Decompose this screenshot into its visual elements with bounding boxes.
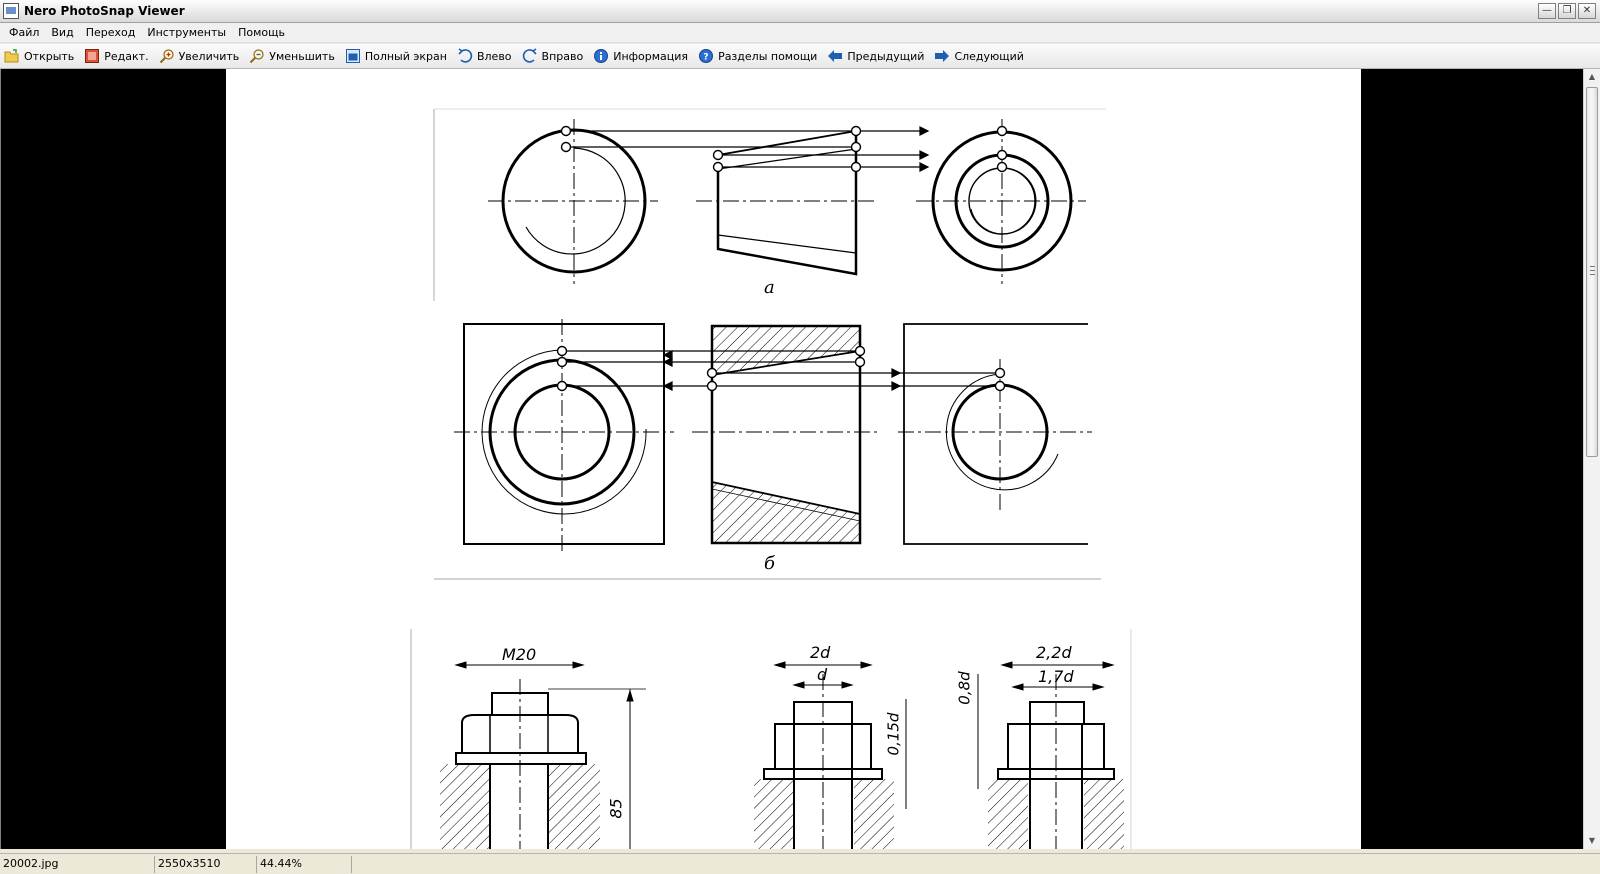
- arrow-left-icon: [827, 48, 843, 64]
- menu-help[interactable]: Помощь: [232, 24, 291, 41]
- restore-button[interactable]: ❐: [1558, 3, 1576, 19]
- dim-85: 85: [606, 798, 626, 819]
- info-icon: [593, 48, 609, 64]
- window-title: Nero PhotoSnap Viewer: [24, 4, 185, 18]
- rotate-left-icon: [457, 48, 473, 64]
- folder-open-icon: [4, 48, 20, 64]
- info-label: Информация: [613, 49, 689, 63]
- dim-d: d: [817, 665, 828, 684]
- svg-text:?: ?: [703, 53, 708, 63]
- bolt-drawing-1: [440, 661, 646, 849]
- open-label: Открыть: [24, 49, 75, 63]
- fullscreen-button[interactable]: Полный экран: [343, 45, 452, 67]
- zoom-in-button[interactable]: Увеличить: [157, 45, 245, 67]
- scroll-thumb[interactable]: [1586, 87, 1598, 457]
- fullscreen-icon: [345, 48, 361, 64]
- scanned-page: а б M20 85 2d d 0,15d 2,2d 1,7d 0,8d: [226, 69, 1361, 849]
- dim-015d: 0,15d: [884, 712, 903, 756]
- fig-a-points: [560, 125, 1008, 173]
- bolt-drawing-2: [754, 661, 907, 849]
- open-button[interactable]: Открыть: [2, 45, 79, 67]
- bolt-drawing-3: [977, 661, 1124, 849]
- grip-icon: [1590, 266, 1595, 275]
- previous-label: Предыдущий: [847, 49, 925, 63]
- help-topics-button[interactable]: ? Разделы помощи: [696, 45, 822, 67]
- minimize-button[interactable]: —: [1538, 3, 1556, 19]
- dim-m20: M20: [502, 645, 537, 664]
- dim-08d: 0,8d: [955, 671, 974, 705]
- menu-tools[interactable]: Инструменты: [141, 24, 232, 41]
- previous-button[interactable]: Предыдущий: [825, 45, 929, 67]
- status-zoom: 44.44%: [257, 855, 352, 873]
- photosnap-window: Nero PhotoSnap Viewer — ❐ ✕ Файл Вид Пер…: [0, 0, 1600, 874]
- zoom-out-button[interactable]: Уменьшить: [247, 45, 340, 67]
- menu-view[interactable]: Вид: [45, 24, 79, 41]
- menu-file[interactable]: Файл: [3, 24, 45, 41]
- rotate-right-button[interactable]: Вправо: [520, 45, 589, 67]
- next-button[interactable]: Следующий: [932, 45, 1029, 67]
- technical-drawing: [410, 108, 1132, 849]
- rotate-right-label: Вправо: [541, 49, 584, 63]
- dim-22d: 2,2d: [1036, 643, 1072, 662]
- menu-go[interactable]: Переход: [80, 24, 142, 41]
- scroll-up-arrow-icon[interactable]: ▲: [1584, 69, 1600, 85]
- rotate-left-label: Влево: [476, 49, 512, 63]
- status-filename: 20002.jpg: [0, 855, 155, 873]
- dim-2d: 2d: [810, 643, 831, 662]
- menu-bar: Файл Вид Переход Инструменты Помощь: [0, 23, 1600, 43]
- help-topics-label: Разделы помощи: [718, 49, 818, 63]
- arrow-right-icon: [934, 48, 950, 64]
- title-bar[interactable]: Nero PhotoSnap Viewer — ❐ ✕: [0, 0, 1600, 23]
- toolbar: Открыть Редакт. Увеличить Уменьшить Полн…: [0, 44, 1600, 69]
- edit-image-icon: [84, 48, 100, 64]
- fig-a-front-view: [696, 129, 878, 276]
- dim-17d: 1,7d: [1038, 667, 1074, 686]
- info-button[interactable]: Информация: [591, 45, 693, 67]
- edit-button[interactable]: Редакт.: [82, 45, 153, 67]
- vertical-scrollbar[interactable]: ▲ ▼: [1583, 69, 1600, 849]
- fullscreen-label: Полный экран: [364, 49, 447, 63]
- status-dimensions: 2550x3510: [155, 855, 257, 873]
- fig-b-right-view: [898, 323, 1092, 545]
- scroll-down-arrow-icon[interactable]: ▼: [1584, 833, 1600, 849]
- next-label: Следующий: [954, 49, 1024, 63]
- label-a: а: [764, 277, 775, 298]
- rotate-left-button[interactable]: Влево: [455, 45, 517, 67]
- rotate-right-icon: [522, 48, 538, 64]
- status-bar: 20002.jpg 2550x3510 44.44%: [0, 853, 1600, 874]
- edit-label: Редакт.: [104, 49, 149, 63]
- status-spacer: [352, 856, 1600, 873]
- zoom-in-label: Увеличить: [178, 49, 240, 63]
- window-controls: — ❐ ✕: [1538, 3, 1596, 19]
- fig-b-front-view: [692, 324, 880, 545]
- app-icon: [3, 3, 19, 19]
- label-b: б: [764, 553, 775, 574]
- fig-a-left-view: [488, 119, 658, 284]
- zoom-in-icon: [159, 48, 175, 64]
- zoom-out-icon: [249, 48, 265, 64]
- zoom-out-label: Уменьшить: [269, 49, 335, 63]
- fig-a-right-view: [916, 119, 1086, 284]
- help-icon: ?: [698, 48, 714, 64]
- close-button[interactable]: ✕: [1578, 3, 1596, 19]
- image-viewport[interactable]: а б M20 85 2d d 0,15d 2,2d 1,7d 0,8d: [0, 69, 1583, 849]
